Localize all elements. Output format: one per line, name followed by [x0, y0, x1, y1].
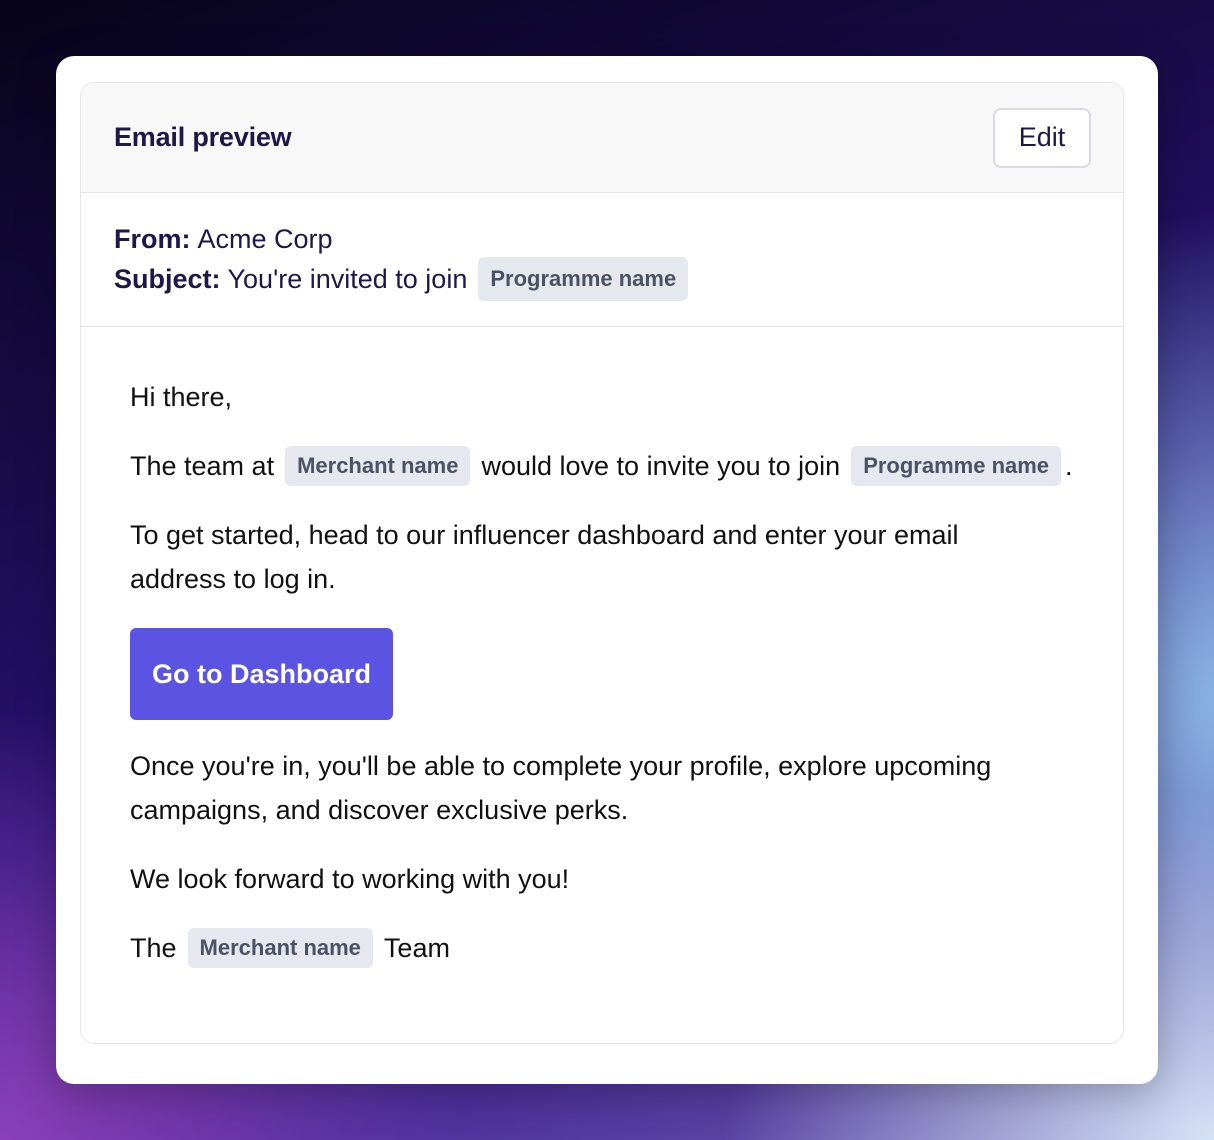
programme-name-tag: Programme name — [851, 446, 1062, 486]
programme-name-tag: Programme name — [478, 257, 689, 301]
email-meta: From: Acme Corp Subject: You're invited … — [81, 193, 1123, 327]
from-label: From: — [114, 223, 191, 254]
invite-text-before: The team at — [130, 451, 275, 481]
from-value: Acme Corp — [197, 223, 333, 254]
merchant-name-tag: Merchant name — [285, 446, 471, 486]
instructions-paragraph: To get started, head to our influencer d… — [130, 520, 959, 594]
email-body: Hi there, The team at Merchant name woul… — [81, 327, 1123, 970]
subject-row: Subject: You're invited to join Programm… — [114, 257, 1090, 301]
invite-text-middle: would love to invite you to join — [481, 451, 841, 481]
merchant-name-tag: Merchant name — [187, 928, 373, 968]
benefits-paragraph: Once you're in, you'll be able to comple… — [130, 751, 992, 825]
go-to-dashboard-button[interactable]: Go to Dashboard — [130, 628, 393, 720]
from-row: From: Acme Corp — [114, 219, 1090, 259]
signature-text-after: Team — [383, 933, 450, 963]
greeting: Hi there, — [130, 382, 233, 412]
subject-label: Subject: — [114, 263, 221, 294]
signature-text-before: The — [130, 933, 177, 963]
email-preview-card: Email preview Edit From: Acme Corp Subje… — [80, 82, 1124, 1044]
edit-button[interactable]: Edit — [993, 107, 1091, 168]
preview-frame: Email preview Edit From: Acme Corp Subje… — [56, 56, 1158, 1084]
closing-paragraph: We look forward to working with you! — [130, 864, 570, 894]
card-header: Email preview Edit — [81, 83, 1123, 193]
invite-text-after: . — [1065, 451, 1073, 481]
subject-value: You're invited to join — [227, 263, 468, 294]
card-title: Email preview — [114, 122, 292, 152]
invite-line: The team at Merchant name would love to … — [130, 444, 1083, 488]
signature-line: The Merchant name Team — [130, 926, 1083, 970]
